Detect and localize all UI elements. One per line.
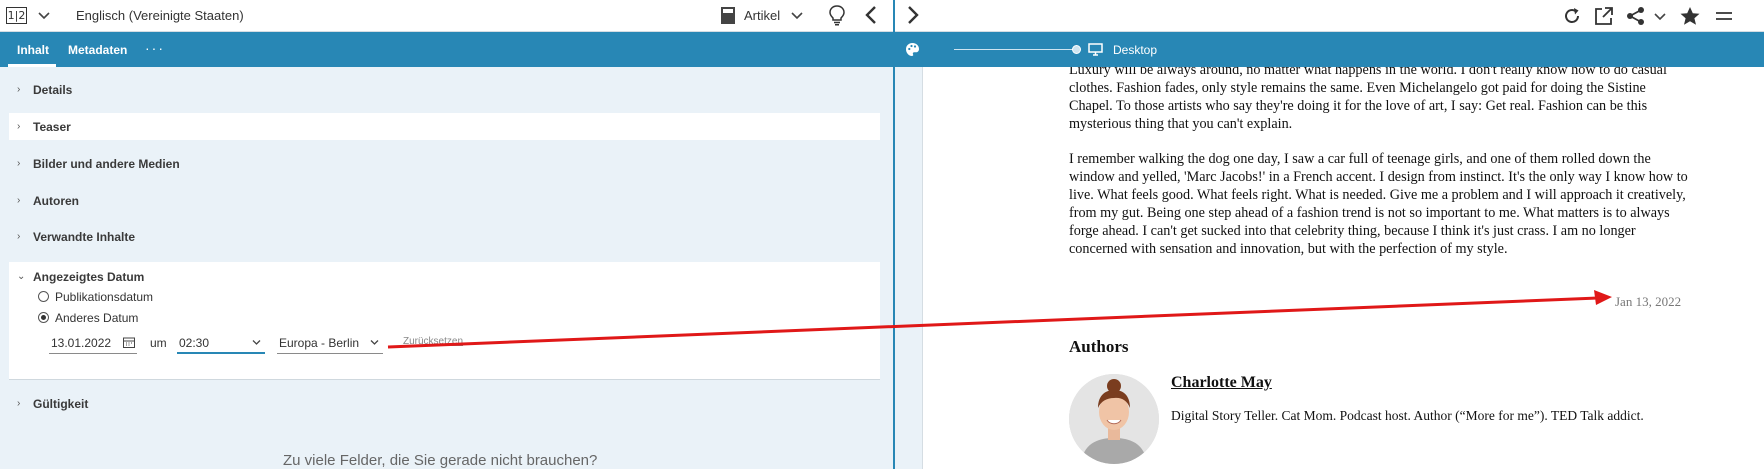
chevron-right-icon[interactable] <box>904 4 922 26</box>
timezone-value: Europa - Berlin <box>279 336 360 350</box>
radio-label: Anderes Datum <box>55 311 139 325</box>
section-displayed-date: ⌄ Angezeigtes Datum Publikationsdatum An… <box>9 262 880 380</box>
preview-pane: Desktop Luxury will be always around, no… <box>895 0 1764 469</box>
chevron-down-icon[interactable] <box>1653 9 1667 23</box>
tab-metadaten[interactable]: Metadaten <box>68 43 127 57</box>
tab-inhalt[interactable]: Inhalt <box>17 43 49 57</box>
time-value: 02:30 <box>179 336 210 350</box>
doc-type-label[interactable]: Artikel <box>744 8 780 23</box>
section-details[interactable]: › Details <box>9 76 880 103</box>
author-bio: Digital Story Teller. Cat Mom. Podcast h… <box>1171 408 1644 423</box>
preview-device-bar: Desktop <box>895 32 1764 67</box>
chevron-down-icon[interactable] <box>1713 5 1735 27</box>
radio-label: Publikationsdatum <box>55 290 154 304</box>
article-paragraph: I remember walking the dog one day, I sa… <box>1069 151 1688 257</box>
chevron-right-icon: › <box>17 158 21 169</box>
chevron-right-icon: › <box>17 195 21 206</box>
section-label: Gültigkeit <box>33 397 89 411</box>
section-label: Bilder und andere Medien <box>33 157 180 171</box>
chevron-right-icon: › <box>17 231 21 242</box>
chevron-right-icon: › <box>17 84 21 95</box>
star-icon[interactable] <box>1679 5 1701 27</box>
editor-toolbar: 1|2 Englisch (Vereinigte Staaten) Artike… <box>0 0 893 32</box>
chevron-down-icon <box>370 340 379 345</box>
chevron-down-icon[interactable]: ⌄ <box>17 271 25 282</box>
section-label: Autoren <box>33 194 79 208</box>
external-link-icon[interactable] <box>1593 5 1615 27</box>
active-tab-indicator <box>8 64 56 67</box>
device-width-slider-handle[interactable] <box>1072 45 1081 54</box>
radio-publication-date[interactable] <box>38 291 49 302</box>
section-media[interactable]: › Bilder und andere Medien <box>9 150 880 177</box>
chevron-down-icon[interactable] <box>790 8 804 22</box>
language-switch-icon[interactable]: 1|2 <box>6 7 27 24</box>
reset-link[interactable]: Zurücksetzen <box>403 336 463 347</box>
lightbulb-icon[interactable] <box>827 4 847 26</box>
too-many-fields-hint: Zu viele Felder, die Sie gerade nicht br… <box>283 452 598 469</box>
date-field[interactable]: 13.01.2022 <box>49 332 137 354</box>
preview-toolbar <box>895 0 1764 32</box>
calendar-icon[interactable] <box>123 337 135 348</box>
device-label[interactable]: Desktop <box>1113 43 1157 57</box>
editor-pane: 1|2 Englisch (Vereinigte Staaten) Artike… <box>0 0 893 469</box>
timezone-select[interactable]: Europa - Berlin <box>277 332 383 354</box>
article-paragraph: Luxury will be always around, no matter … <box>1069 67 1667 132</box>
chevron-down-icon[interactable] <box>37 8 51 22</box>
article-icon <box>721 7 735 24</box>
device-width-slider-track[interactable] <box>954 49 1074 50</box>
authors-heading: Authors <box>1069 337 1129 356</box>
preview-gutter <box>895 67 923 469</box>
date-value: 13.01.2022 <box>51 336 112 350</box>
radio-other-date[interactable] <box>38 312 49 323</box>
section-authors[interactable]: › Autoren <box>9 187 880 214</box>
language-label: Englisch (Vereinigte Staaten) <box>76 8 244 23</box>
at-label: um <box>150 336 167 350</box>
article-date: Jan 13, 2022 <box>1615 294 1682 309</box>
editor-tabs: Inhalt Metadaten ··· <box>0 32 893 67</box>
chevron-down-icon[interactable] <box>252 339 261 346</box>
author-avatar[interactable] <box>1069 374 1159 464</box>
author-photo <box>1069 374 1159 464</box>
section-teaser[interactable]: › Teaser <box>9 113 880 140</box>
monitor-icon <box>1088 43 1103 56</box>
chevron-right-icon: › <box>17 121 21 132</box>
section-label: Verwandte Inhalte <box>33 230 136 244</box>
section-label[interactable]: Angezeigtes Datum <box>33 270 144 284</box>
chevron-right-icon: › <box>17 398 21 409</box>
author-name-link[interactable]: Charlotte May <box>1171 374 1272 392</box>
tabs-more-icon[interactable]: ··· <box>145 40 165 56</box>
article-preview: Luxury will be always around, no matter … <box>895 67 1764 469</box>
chevron-left-icon[interactable] <box>862 4 880 26</box>
section-label: Teaser <box>33 120 71 134</box>
section-related[interactable]: › Verwandte Inhalte <box>9 223 880 250</box>
section-validity[interactable]: › Gültigkeit <box>9 390 880 417</box>
section-label: Details <box>33 83 73 97</box>
reload-icon[interactable] <box>1561 5 1583 27</box>
share-icon[interactable] <box>1625 5 1647 27</box>
palette-icon[interactable] <box>905 42 920 57</box>
time-field[interactable]: 02:30 <box>177 332 265 354</box>
